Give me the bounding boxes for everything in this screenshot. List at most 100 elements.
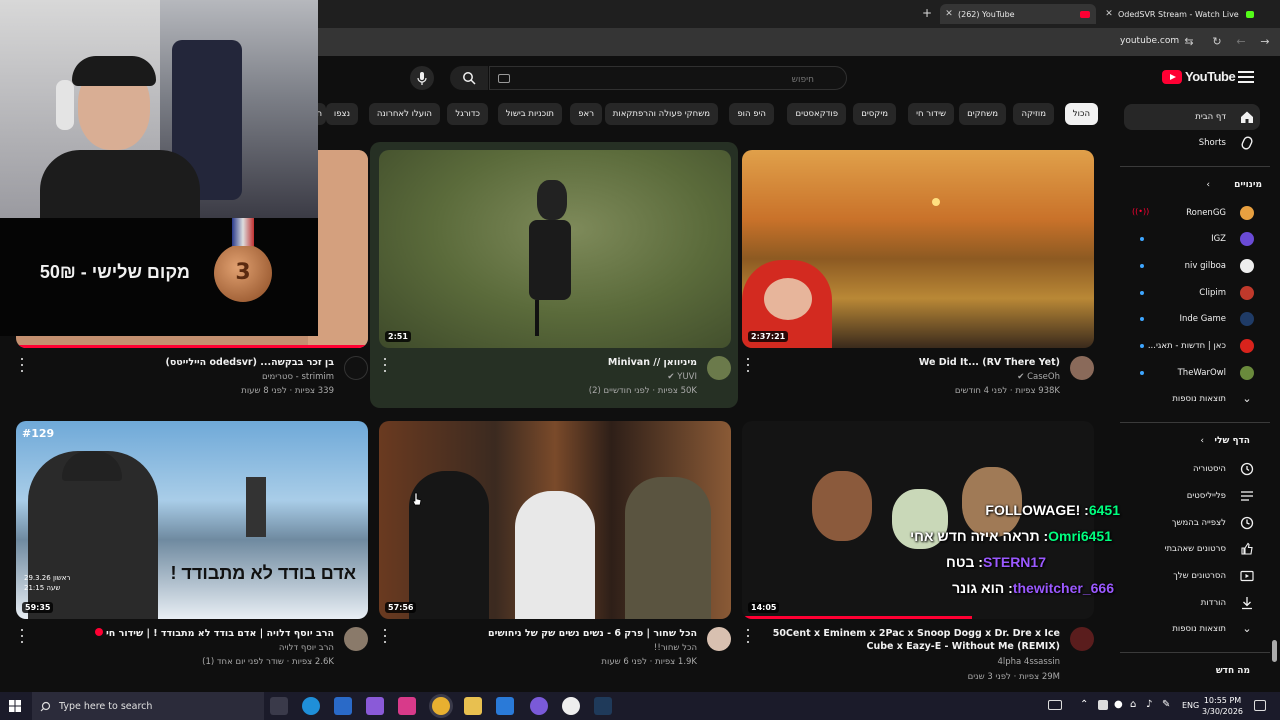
- search-button[interactable]: [450, 66, 488, 90]
- chrome-icon[interactable]: [432, 697, 450, 715]
- new-tab-button[interactable]: +: [920, 6, 934, 20]
- input-language[interactable]: ENG: [1182, 701, 1199, 710]
- sidebar-item-subscription[interactable]: כאן | חדשות - תאגי...: [1124, 333, 1260, 359]
- video-title[interactable]: הרב יוסף דלויה | אדם בודד לא מתבודד ! | …: [24, 627, 334, 640]
- more-options-icon[interactable]: [381, 629, 389, 643]
- voice-search-button[interactable]: [410, 66, 434, 90]
- tab-youtube[interactable]: ✕ (262) YouTube: [940, 4, 1096, 24]
- chip-gaming[interactable]: משחקים: [959, 103, 1006, 125]
- channel-name[interactable]: YUVI ✔: [667, 372, 697, 382]
- video-title[interactable]: 50Cent x Eminem x 2Pac x Snoop Dogg x Dr…: [750, 627, 1060, 653]
- discord-icon[interactable]: [530, 697, 548, 715]
- back-icon[interactable]: →: [1258, 35, 1272, 49]
- url-text[interactable]: youtube.com: [1120, 36, 1179, 46]
- video-title[interactable]: בן זכר בבקשה... (odedsvr היילייטס): [24, 356, 334, 369]
- sidebar-item-liked[interactable]: סרטונים שאהבתי: [1124, 536, 1260, 562]
- pen-icon[interactable]: ✎: [1162, 699, 1170, 710]
- chip-rap[interactable]: ראפ: [570, 103, 602, 125]
- app-icon[interactable]: [398, 697, 416, 715]
- site-settings-icon[interactable]: ⇆: [1182, 35, 1196, 49]
- channel-avatar[interactable]: [707, 356, 731, 380]
- channel-name[interactable]: הרב יוסף דלויה: [279, 643, 334, 653]
- tray-app-icon[interactable]: [1098, 700, 1108, 710]
- video-title[interactable]: מיניוואן // Minivan: [387, 356, 697, 369]
- windows-start-icon[interactable]: [9, 700, 21, 712]
- close-tab-icon[interactable]: ✕: [1100, 9, 1118, 19]
- sidebar-item-playlists[interactable]: פלייליסטים: [1124, 483, 1260, 509]
- tab-kick-stream[interactable]: ✕ OdedSVR Stream - Watch Live ...: [1100, 4, 1260, 24]
- chevron-up-icon[interactable]: ⌃: [1080, 699, 1088, 710]
- chip-cooking[interactable]: תוכניות בישול: [497, 103, 562, 125]
- sidebar-item-subscription[interactable]: IGZ: [1124, 226, 1260, 252]
- video-thumbnail[interactable]: 57:56: [379, 421, 731, 619]
- chip-watched[interactable]: נצפו: [325, 103, 358, 125]
- chip-music[interactable]: מוזיקה: [1013, 103, 1054, 125]
- sidebar-item-downloads[interactable]: הורדות: [1124, 590, 1260, 616]
- video-thumbnail[interactable]: #129 אדם בודד לא מתבודד ! ראשון 29.3.26 …: [16, 421, 368, 619]
- chip-soccer[interactable]: כדורגל: [447, 103, 488, 125]
- channel-name[interactable]: הכל שחור!!: [654, 643, 697, 653]
- more-options-icon[interactable]: [18, 629, 26, 643]
- sidebar-show-more[interactable]: ⌄ תוצאות נוספות: [1124, 386, 1260, 412]
- volume-icon[interactable]: ♪: [1146, 699, 1152, 710]
- taskbar-search[interactable]: Type here to search: [32, 692, 264, 720]
- video-card[interactable]: #129 אדם בודד לא מתבודד ! ראשון 29.3.26 …: [16, 421, 368, 671]
- edge-icon[interactable]: [302, 697, 320, 715]
- task-view-icon[interactable]: [270, 697, 288, 715]
- chip-action-adventure[interactable]: משחקי פעולה והרפתקאות: [604, 103, 718, 125]
- sidebar-show-more[interactable]: ⌄ תוצאות נוספות: [1124, 616, 1260, 642]
- app-icon[interactable]: [496, 697, 514, 715]
- sidebar-item-home[interactable]: דף הבית: [1124, 104, 1260, 130]
- sidebar-item-history[interactable]: היסטוריה: [1124, 456, 1260, 482]
- video-title[interactable]: הכל שחור | פרק 6 - נשים נשים שק של ניחוש…: [387, 627, 697, 640]
- video-thumbnail[interactable]: 2:37:21: [742, 150, 1094, 348]
- scrollbar-thumb[interactable]: [1272, 640, 1277, 662]
- network-icon[interactable]: ⌂: [1130, 699, 1136, 710]
- channel-avatar[interactable]: [707, 627, 731, 651]
- video-thumbnail[interactable]: 2:51: [379, 150, 731, 348]
- channel-name[interactable]: 4lpha 4ssassin: [997, 657, 1060, 667]
- channel-avatar[interactable]: [1070, 356, 1094, 380]
- chip-hiphop[interactable]: היפ הופ: [729, 103, 774, 125]
- more-options-icon[interactable]: [744, 629, 752, 643]
- chip-live[interactable]: שידור חי: [908, 103, 954, 125]
- sidebar-item-subscription[interactable]: TheWarOwl: [1124, 360, 1260, 386]
- file-explorer-icon[interactable]: [464, 697, 482, 715]
- sidebar-item-watch-later[interactable]: לצפייה בהמשך: [1124, 510, 1260, 536]
- copilot-icon[interactable]: [366, 697, 384, 715]
- sidebar-item-subscription[interactable]: RonenGG ((•)): [1124, 200, 1260, 226]
- sidebar-item-subscription[interactable]: Clipim: [1124, 280, 1260, 306]
- youtube-logo[interactable]: YouTube: [1162, 69, 1236, 84]
- sidebar-item-shorts[interactable]: Shorts: [1124, 130, 1260, 156]
- chip-mixes[interactable]: מיקסים: [853, 103, 896, 125]
- reload-icon[interactable]: ↻: [1210, 35, 1224, 49]
- chip-podcasts[interactable]: פודקאסטים: [787, 103, 846, 125]
- chip-recently-uploaded[interactable]: הועלו לאחרונה: [368, 103, 440, 125]
- video-title[interactable]: We Did It... (RV There Yet): [750, 356, 1060, 369]
- channel-name[interactable]: strimim - סטרימים: [262, 372, 334, 382]
- sidebar-item-subscription[interactable]: niv gilboa: [1124, 253, 1260, 279]
- close-tab-icon[interactable]: ✕: [940, 9, 958, 19]
- sidebar-item-subscription[interactable]: Inde Game: [1124, 306, 1260, 332]
- forward-icon[interactable]: ←: [1234, 35, 1248, 49]
- chip-all[interactable]: הכול: [1064, 103, 1098, 125]
- video-card[interactable]: 2:51 מיניוואן // Minivan YUVI ✔ 50K צפיו…: [379, 150, 731, 400]
- channel-name[interactable]: CaseOh ✔: [1017, 372, 1060, 382]
- hamburger-menu-icon[interactable]: [1236, 68, 1256, 86]
- clock[interactable]: 10:55 PM 3/30/2026: [1202, 695, 1243, 717]
- video-card[interactable]: 2:37:21 We Did It... (RV There Yet) Case…: [742, 150, 1094, 400]
- keyboard-icon[interactable]: [498, 74, 510, 83]
- microphone-icon[interactable]: ●: [1114, 699, 1123, 710]
- channel-avatar[interactable]: [344, 356, 368, 380]
- obs-icon[interactable]: [562, 697, 580, 715]
- notifications-icon[interactable]: [1254, 700, 1266, 711]
- more-options-icon[interactable]: [18, 358, 26, 372]
- more-options-icon[interactable]: [381, 358, 389, 372]
- more-options-icon[interactable]: [744, 358, 752, 372]
- store-icon[interactable]: [334, 697, 352, 715]
- sidebar-item-your-videos[interactable]: הסרטונים שלך: [1124, 563, 1260, 589]
- steam-icon[interactable]: [594, 697, 612, 715]
- channel-avatar[interactable]: [344, 627, 368, 651]
- video-card[interactable]: 57:56 הכל שחור | פרק 6 - נשים נשים שק של…: [379, 421, 731, 671]
- channel-avatar[interactable]: [1070, 627, 1094, 651]
